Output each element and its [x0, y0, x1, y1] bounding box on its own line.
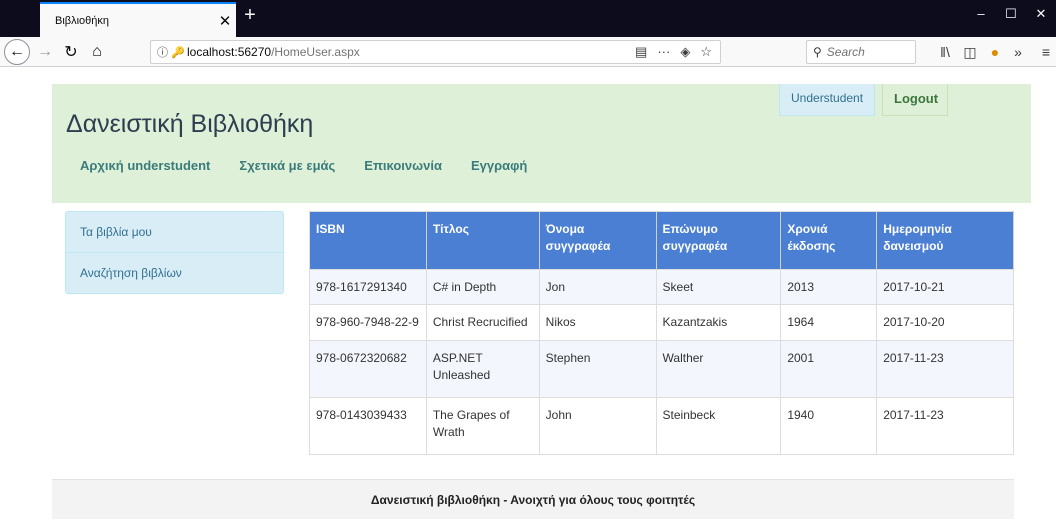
bookmark-star-icon[interactable]: ☆ [700, 44, 712, 60]
table-cell: 978-960-7948-22-9 [309, 304, 427, 341]
column-header-author-last-name: Επώνυμο συγγραφέα [656, 211, 782, 270]
insecure-lock-icon: 🔑 [171, 46, 185, 59]
column-header-isbn: ISBN [309, 211, 427, 270]
forward-icon[interactable]: → [34, 41, 56, 63]
reload-icon[interactable]: ↻ [60, 41, 82, 63]
overflow-icon[interactable]: » [1008, 44, 1028, 60]
sidebar: Τα βιβλία μου Αναζήτηση βιβλίων [65, 211, 284, 294]
site-header: Δανειστική Βιβλιοθήκη Αρχική understuden… [52, 84, 1031, 203]
browser-tab[interactable]: Βιβλιοθήκη ✕ [40, 2, 236, 37]
nav-contact[interactable]: Επικοινωνία [364, 158, 442, 173]
url-text[interactable]: localhost:56270/HomeUser.aspx [187, 45, 635, 59]
table-cell: 1940 [780, 397, 878, 455]
page-actions-icon[interactable]: ··· [657, 44, 670, 60]
logout-button[interactable]: Logout [882, 84, 948, 116]
table-cell: 2001 [780, 340, 878, 398]
table-cell: Walther [656, 340, 782, 398]
window-close-icon[interactable]: ✕ [1026, 6, 1056, 22]
table-header-row: ISBN Τίτλος Όνομα συγγραφέα Επώνυμο συγγ… [309, 211, 1014, 270]
back-icon[interactable]: ← [4, 39, 30, 65]
site-title: Δανειστική Βιβλιοθήκη [66, 110, 314, 138]
sidebar-toggle-icon[interactable]: ◫ [960, 44, 980, 61]
table-row: 978-960-7948-22-9 Christ Recrucified Nik… [309, 304, 1014, 341]
search-icon: ⚲ [813, 45, 822, 59]
column-header-author-first-name: Όνομα συγγραφέα [539, 211, 657, 270]
top-nav: Αρχική understudent Σχετικά με εμάς Επικ… [80, 158, 556, 173]
reader-view-icon[interactable]: ▤ [635, 44, 647, 60]
table-cell: 2017-10-21 [876, 269, 1014, 305]
table-cell: 2013 [780, 269, 878, 305]
extension-icon[interactable]: ● [985, 44, 1005, 60]
table-cell: Christ Recrucified [426, 304, 540, 341]
table-cell: Kazantzakis [656, 304, 782, 341]
sidebar-item-my-books[interactable]: Τα βιβλία μου [66, 212, 283, 253]
books-table: ISBN Τίτλος Όνομα συγγραφέα Επώνυμο συγγ… [309, 211, 1014, 455]
page-content: Δανειστική Βιβλιοθήκη Αρχική understuden… [0, 68, 1056, 527]
table-cell: Nikos [539, 304, 657, 341]
nav-home[interactable]: Αρχική understudent [80, 158, 210, 173]
new-tab-icon[interactable]: + [238, 4, 262, 27]
minimize-icon[interactable]: – [966, 6, 996, 21]
browser-nav-bar: ← → ↻ ⌂ ⓘ 🔑 localhost:56270/HomeUser.asp… [0, 37, 1056, 67]
nav-register[interactable]: Εγγραφή [471, 158, 527, 173]
table-cell: Jon [539, 269, 657, 305]
column-header-publication-year: Χρονιά έκδοσης [780, 211, 878, 270]
table-cell: ASP.NET Unleashed [426, 340, 540, 398]
table-cell: The Grapes of Wrath [426, 397, 540, 455]
nav-about[interactable]: Σχετικά με εμάς [239, 158, 335, 173]
site-info-icon[interactable]: ⓘ [157, 44, 171, 60]
tab-title: Βιβλιοθήκη [55, 14, 110, 27]
table-cell: 978-0143039433 [309, 397, 427, 455]
table-cell: 2017-10-20 [876, 304, 1014, 341]
tab-close-icon[interactable]: ✕ [214, 12, 236, 30]
table-cell: 1964 [780, 304, 878, 341]
table-row: 978-0672320682 ASP.NET Unleashed Stephen… [309, 340, 1014, 398]
search-placeholder: Search [826, 45, 865, 59]
table-cell: Stephen [539, 340, 657, 398]
sidebar-item-search-books[interactable]: Αναζήτηση βιβλίων [66, 253, 283, 294]
library-icon[interactable]: ‖\ [935, 44, 955, 60]
table-cell: 978-0672320682 [309, 340, 427, 398]
table-cell: Skeet [656, 269, 782, 305]
table-cell: C# in Depth [426, 269, 540, 305]
table-cell: 2017-11-23 [876, 340, 1014, 398]
table-cell: John [539, 397, 657, 455]
table-row: 978-1617291340 C# in Depth Jon Skeet 201… [309, 269, 1014, 305]
site-footer: Δανειστική βιβλιοθήκη - Ανοιχτή για όλου… [52, 479, 1014, 519]
pocket-icon[interactable]: ◈ [680, 44, 690, 60]
column-header-loan-date: Ημερομηνία δανεισμού [876, 211, 1014, 270]
user-name-button[interactable]: Understudent [779, 84, 876, 116]
home-icon[interactable]: ⌂ [86, 41, 108, 63]
hamburger-menu-icon[interactable]: ≡ [1036, 44, 1056, 60]
column-header-title: Τίτλος [426, 211, 540, 270]
search-box[interactable]: ⚲ Search [806, 40, 916, 64]
table-cell: 2017-11-23 [876, 397, 1014, 455]
maximize-icon[interactable]: ☐ [996, 6, 1026, 22]
browser-tab-bar: Βιβλιοθήκη ✕ + – ☐ ✕ [0, 0, 1056, 37]
table-cell: Steinbeck [656, 397, 782, 455]
table-cell: 978-1617291340 [309, 269, 427, 305]
table-row: 978-0143039433 The Grapes of Wrath John … [309, 397, 1014, 455]
address-bar[interactable]: ⓘ 🔑 localhost:56270/HomeUser.aspx ▤ ··· … [150, 40, 721, 64]
